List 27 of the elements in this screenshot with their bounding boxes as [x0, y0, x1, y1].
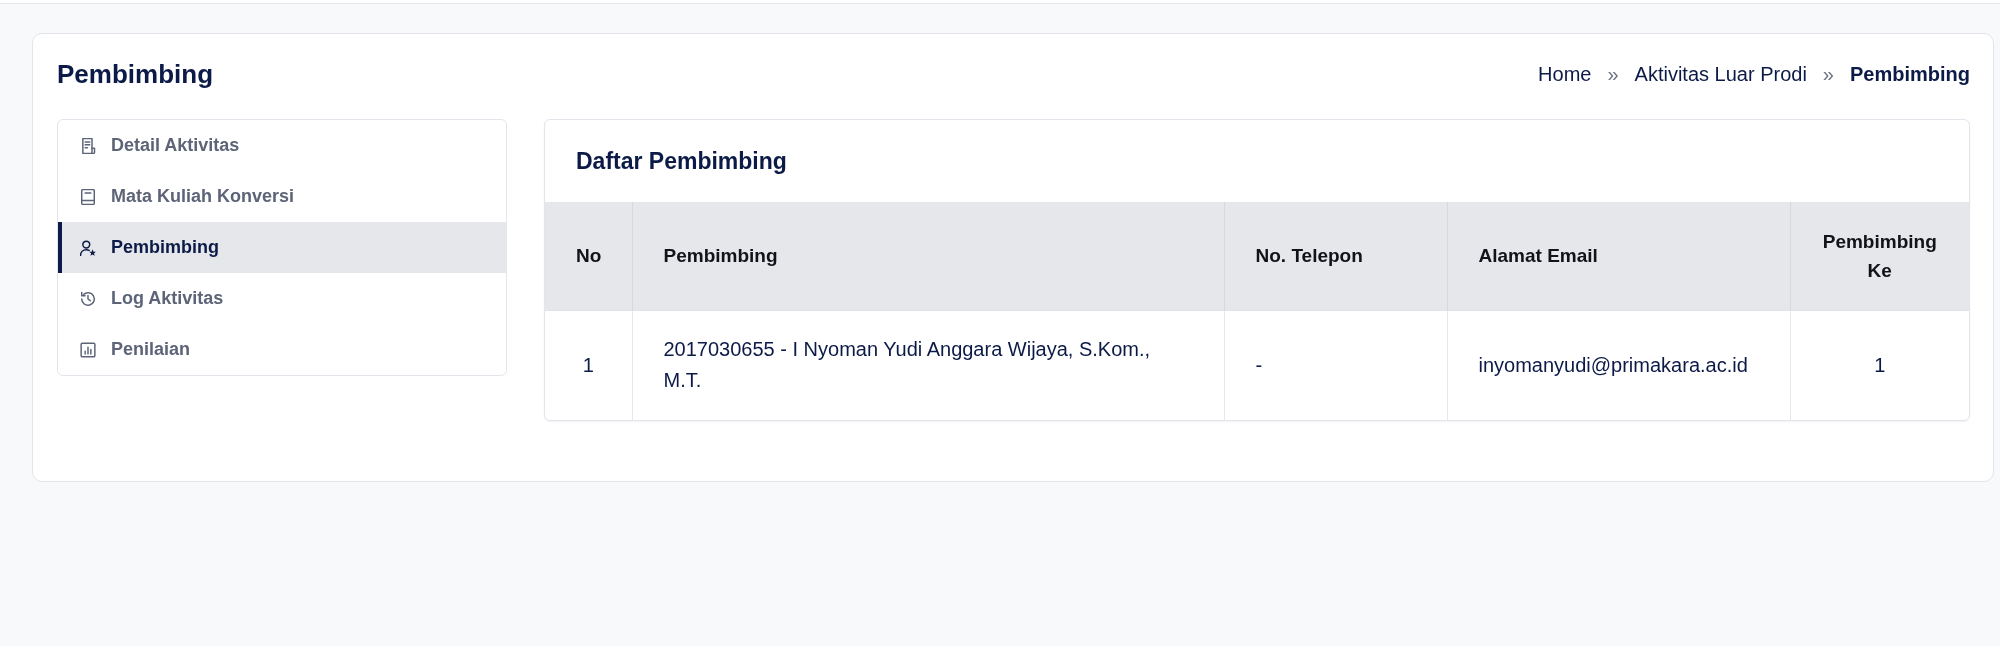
book-icon	[80, 188, 96, 205]
table-cell: -	[1224, 310, 1447, 420]
column-header: No. Telepon	[1224, 202, 1447, 310]
table-cell: inyomanyudi@primakara.ac.id	[1447, 310, 1790, 420]
table-cell: 2017030655 - I Nyoman Yudi Anggara Wijaya, S.Kom., M.T.	[632, 310, 1224, 420]
sidebar-item[interactable]: Mata Kuliah Konversi	[58, 171, 506, 222]
user-star-icon	[80, 239, 96, 256]
breadcrumb-separator: »	[1822, 62, 1834, 87]
table-cell: 1	[1790, 310, 1969, 420]
column-header: Alamat Email	[1447, 202, 1790, 310]
document-icon	[80, 137, 96, 154]
sidebar-item[interactable]: Pembimbing	[58, 222, 506, 273]
table-cell: 1	[545, 310, 632, 420]
breadcrumb-separator: »	[1607, 62, 1619, 87]
history-icon	[80, 290, 96, 307]
sidebar-item[interactable]: Log Aktivitas	[58, 273, 506, 324]
column-header: Pembimbing Ke	[1790, 202, 1969, 310]
panel-title: Daftar Pembimbing	[575, 146, 788, 176]
sidebar-item[interactable]: Detail Aktivitas	[58, 120, 506, 171]
column-header: No	[545, 202, 632, 310]
page-title: Pembimbing	[57, 58, 213, 90]
breadcrumb-current: Pembimbing	[1850, 62, 1970, 87]
breadcrumb-link[interactable]: Aktivitas Luar Prodi	[1634, 61, 1807, 87]
breadcrumb-link[interactable]: Home	[1538, 61, 1592, 87]
column-header: Pembimbing	[632, 202, 1224, 310]
bar-chart-icon	[80, 341, 96, 358]
sidebar-item[interactable]: Penilaian	[58, 324, 506, 375]
